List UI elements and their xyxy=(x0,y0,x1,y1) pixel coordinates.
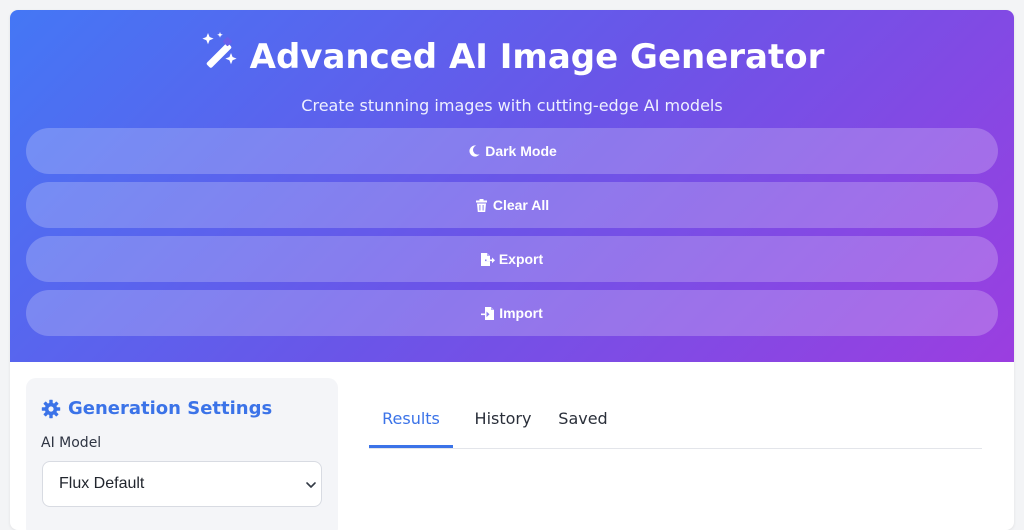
export-label: Export xyxy=(498,251,544,267)
dark-mode-label: Dark Mode xyxy=(485,143,557,159)
moon-icon xyxy=(467,144,481,158)
import-button[interactable]: Import xyxy=(26,290,998,336)
file-export-icon xyxy=(480,252,495,266)
results-tabs: Results History Saved xyxy=(369,406,982,449)
generation-settings-heading: Generation Settings xyxy=(41,398,272,420)
magic-wand-icon xyxy=(200,31,240,80)
trash-icon xyxy=(475,198,489,212)
tab-saved[interactable]: Saved xyxy=(543,406,623,448)
header-banner: Advanced AI Image Generator Create stunn… xyxy=(10,10,1014,362)
import-label: Import xyxy=(499,305,543,321)
clear-all-button[interactable]: Clear All xyxy=(26,182,998,228)
page-subtitle: Create stunning images with cutting-edge… xyxy=(301,96,723,115)
app-window: Advanced AI Image Generator Create stunn… xyxy=(10,10,1014,530)
page-title: Advanced AI Image Generator xyxy=(10,31,1014,83)
tab-history[interactable]: History xyxy=(461,406,545,448)
dark-mode-button[interactable]: Dark Mode xyxy=(26,128,998,174)
clear-all-label: Clear All xyxy=(492,197,550,213)
generation-settings-panel: Generation Settings AI Model Flux Defaul… xyxy=(26,378,338,530)
file-import-icon xyxy=(481,306,495,320)
gear-icon xyxy=(41,399,61,419)
page-title-text: Advanced AI Image Generator xyxy=(249,37,825,77)
ai-model-label: AI Model xyxy=(41,435,102,451)
ai-model-select[interactable]: Flux Default xyxy=(42,461,322,507)
chevron-down-icon xyxy=(306,482,316,488)
export-button[interactable]: Export xyxy=(26,236,998,282)
generation-settings-title: Generation Settings xyxy=(68,398,273,419)
tab-results[interactable]: Results xyxy=(369,406,453,448)
ai-model-value: Flux Default xyxy=(59,475,145,492)
